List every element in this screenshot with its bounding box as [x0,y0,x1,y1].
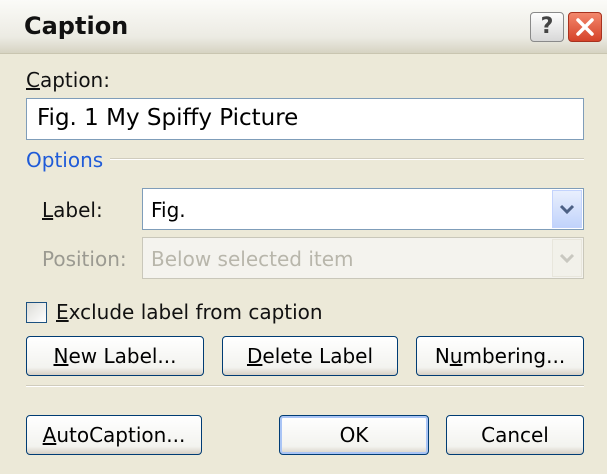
caption-input[interactable]: Fig. 1 My Spiffy Picture [26,98,584,140]
exclude-label-checkbox[interactable] [26,302,47,323]
close-icon [576,18,594,36]
delete-label-button[interactable]: Delete Label [222,336,398,376]
position-dropdown-arrow[interactable] [552,239,582,277]
caption-label-mnemonic: C [26,68,40,92]
label-field-text: abel: [53,198,103,222]
label-dropdown-arrow[interactable] [552,190,582,228]
close-button[interactable] [568,12,602,42]
delete-label-text: elete Label [262,344,374,368]
exclude-label-rest: xclude label from caption [68,300,323,324]
autocaption-button[interactable]: AutoCaption... [26,415,202,455]
label-dropdown-value: Fig. [151,198,186,222]
caption-label: Caption: [26,68,110,92]
new-label-text: ew Label... [68,344,177,368]
ok-button[interactable]: OK [279,415,429,455]
options-group-label: Options [26,148,104,172]
numbering-mnemonic: u [449,344,463,368]
bottom-separator [26,385,584,387]
question-mark-icon: ? [540,14,554,39]
new-label-button[interactable]: New Label... [26,336,204,376]
numbering-text-pre: N [434,344,450,368]
caption-label-text: aption: [39,68,110,92]
delete-label-mnemonic: D [246,344,263,368]
caption-input-value: Fig. 1 My Spiffy Picture [37,105,299,131]
chevron-down-icon [559,204,575,215]
position-dropdown[interactable]: Below selected item [142,237,584,279]
position-dropdown-value: Below selected item [151,247,354,271]
chevron-down-icon [559,253,575,264]
autocaption-text: utoCaption... [56,423,186,447]
label-dropdown[interactable]: Fig. [142,188,584,230]
numbering-text-rest: mbering... [462,344,566,368]
position-field-label: Position: [42,247,127,271]
options-separator [110,158,584,160]
exclude-label-text[interactable]: Exclude label from caption [56,300,323,324]
new-label-mnemonic: N [53,344,69,368]
autocaption-mnemonic: A [42,423,57,447]
caption-dialog: Caption ? Caption: Fig. 1 My Spiffy Pict… [0,0,607,474]
numbering-button[interactable]: Numbering... [416,336,584,376]
title-bar[interactable]: Caption ? [0,0,607,54]
label-field-mnemonic: L [42,198,54,222]
window-title: Caption [24,12,129,40]
cancel-button[interactable]: Cancel [446,415,584,455]
help-button[interactable]: ? [530,12,564,42]
label-field-label: Label: [42,198,103,222]
exclude-label-mnemonic: E [56,300,69,324]
